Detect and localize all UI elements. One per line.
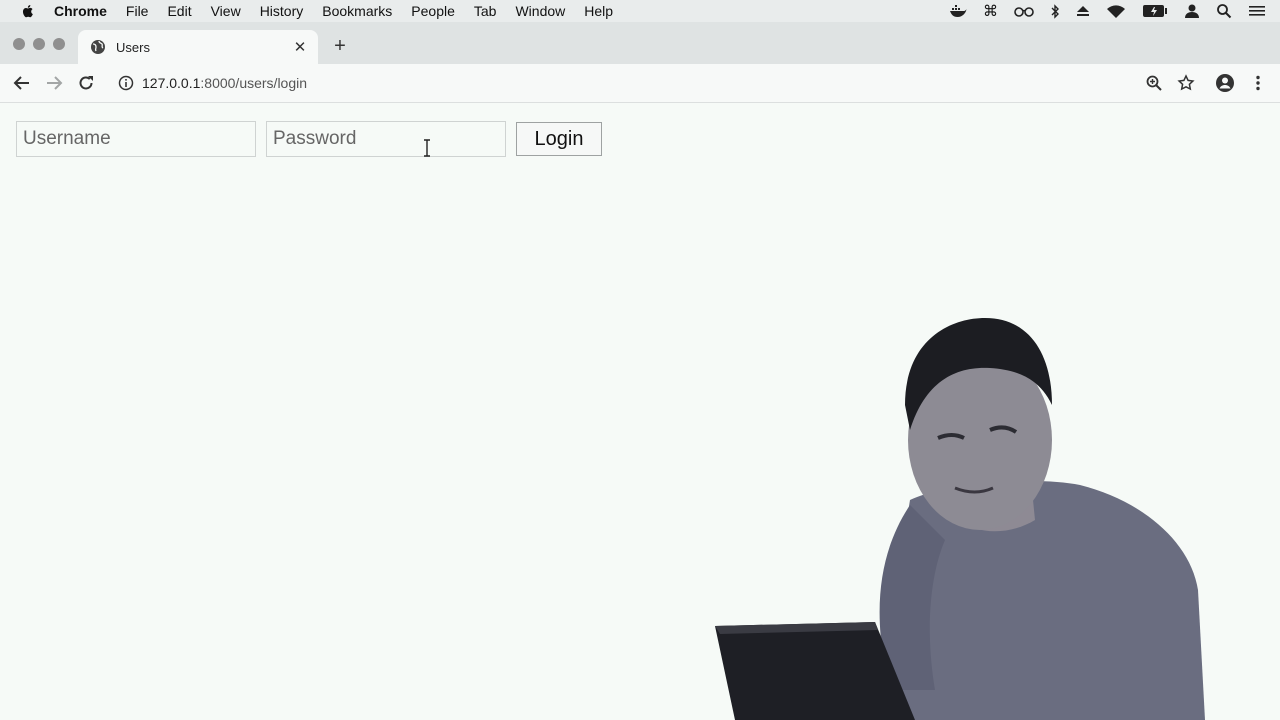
username-input[interactable] [16,121,256,157]
menu-window[interactable]: Window [515,3,565,19]
list-icon[interactable] [1248,4,1266,18]
back-arrow-icon[interactable] [12,73,32,93]
login-button[interactable]: Login [516,122,602,156]
address-url[interactable]: 127.0.0.1:8000/users/login [142,75,307,91]
window-minimize-control[interactable] [33,38,45,50]
url-host: 127.0.0.1 [142,75,201,91]
bluetooth-icon[interactable] [1050,3,1060,19]
login-form: Login [16,121,602,157]
glasses-icon[interactable] [1014,5,1034,17]
menu-bar-status-area: ⌘ [949,0,1266,22]
reload-icon[interactable] [76,73,96,93]
menu-file[interactable]: File [126,3,149,19]
info-icon[interactable] [118,75,134,91]
browser-tab-strip: Users ✕ + [0,22,1280,64]
browser-toolbar: 127.0.0.1:8000/users/login [0,64,1280,103]
menu-people[interactable]: People [411,3,455,19]
profile-avatar-icon[interactable] [1215,73,1235,93]
menu-history[interactable]: History [260,3,304,19]
bookmark-star-icon[interactable] [1176,73,1196,93]
browser-tab-users[interactable]: Users ✕ [78,30,318,64]
wifi-icon[interactable] [1106,4,1126,19]
eject-icon[interactable] [1076,5,1090,17]
menu-view[interactable]: View [211,3,241,19]
presenter-video-overlay [715,318,1205,720]
menu-tab[interactable]: Tab [474,3,497,19]
zoom-icon[interactable] [1144,73,1164,93]
globe-icon [91,40,105,54]
spotlight-icon[interactable] [1216,3,1232,19]
text-cursor-icon [424,139,430,157]
forward-arrow-icon[interactable] [44,73,64,93]
macos-menu-bar: Chrome File Edit View History Bookmarks … [0,0,1280,22]
tab-title: Users [116,39,150,55]
menu-edit[interactable]: Edit [167,3,191,19]
window-zoom-control[interactable] [53,38,65,50]
menu-bookmarks[interactable]: Bookmarks [322,3,392,19]
battery-icon[interactable] [1142,4,1168,18]
apple-logo-icon[interactable] [20,3,36,19]
window-close-control[interactable] [13,38,25,50]
address-bar[interactable]: 127.0.0.1:8000/users/login [108,69,1178,97]
tab-close-icon[interactable]: ✕ [292,39,308,56]
user-icon[interactable] [1184,3,1200,19]
docker-icon[interactable] [949,4,967,18]
url-path: :8000/users/login [200,75,308,91]
password-input[interactable] [266,121,506,157]
menu-help[interactable]: Help [584,3,613,19]
command-icon[interactable]: ⌘ [983,2,998,20]
new-tab-button[interactable]: + [330,35,350,57]
menu-app-name[interactable]: Chrome [54,3,107,19]
more-menu-icon[interactable] [1248,73,1268,93]
